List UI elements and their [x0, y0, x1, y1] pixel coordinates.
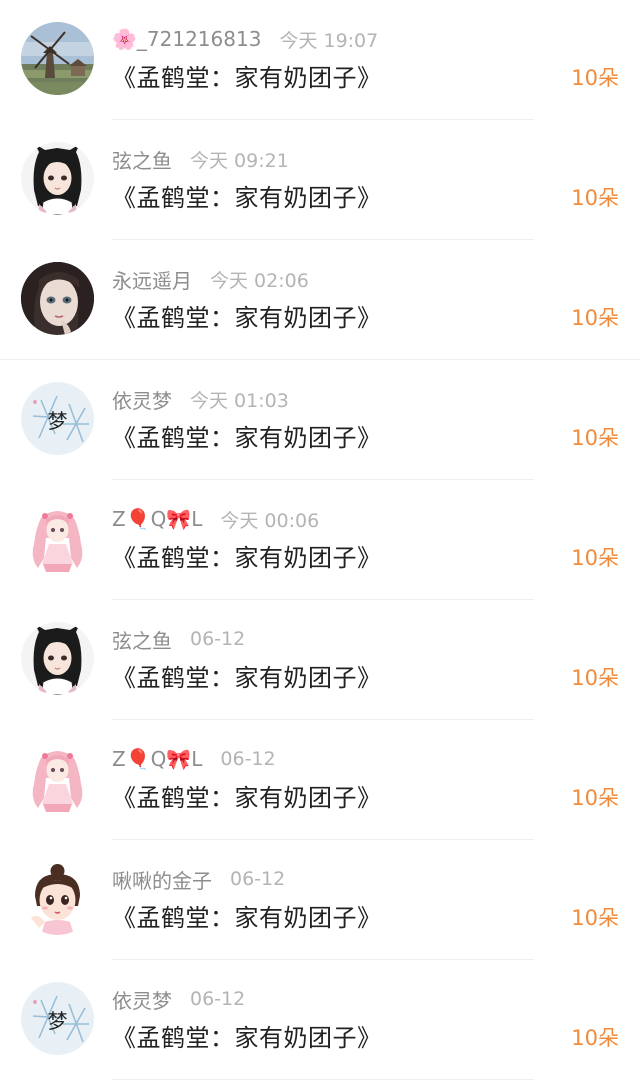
list-item[interactable]: Z🎈Q🎀L 06-12 《孟鹤堂：家有奶团子》 10朵	[0, 720, 640, 840]
pink-hair-anime-girl-image	[21, 742, 94, 815]
timestamp: 今天 19:07	[279, 29, 379, 52]
item-meta: 🌸_721216813 今天 19:07	[112, 24, 378, 54]
anime-girl-black-hair-image	[21, 622, 94, 695]
gift-title[interactable]: 《孟鹤堂：家有奶团子》	[112, 58, 382, 93]
flower-count: 10朵	[571, 426, 619, 450]
item-meta: 啾啾的金子 06-12	[112, 864, 285, 894]
username[interactable]: 🌸_721216813	[112, 27, 261, 51]
username[interactable]: Z🎈Q🎀L	[112, 507, 202, 531]
list-item[interactable]: 🌸_721216813 今天 19:07 《孟鹤堂：家有奶团子》 10朵	[0, 0, 640, 120]
avatar[interactable]: 梦	[21, 382, 94, 455]
gift-title[interactable]: 《孟鹤堂：家有奶团子》	[112, 658, 382, 693]
gift-title[interactable]: 《孟鹤堂：家有奶团子》	[112, 298, 382, 333]
username[interactable]: 依灵梦	[112, 985, 172, 1014]
avatar[interactable]	[21, 22, 94, 95]
snowflake-dream-image: 梦	[21, 982, 94, 1055]
username[interactable]: 弦之鱼	[112, 625, 172, 654]
timestamp: 今天 01:03	[190, 389, 289, 412]
gift-title[interactable]: 《孟鹤堂：家有奶团子》	[112, 178, 382, 213]
flower-count: 10朵	[571, 66, 619, 90]
flower-count: 10朵	[571, 546, 619, 570]
gift-title[interactable]: 《孟鹤堂：家有奶团子》	[112, 538, 382, 573]
gift-title[interactable]: 《孟鹤堂：家有奶团子》	[112, 778, 382, 813]
timestamp: 06-12	[190, 628, 246, 650]
gift-title[interactable]: 《孟鹤堂：家有奶团子》	[112, 898, 382, 933]
pink-hair-anime-girl-image	[21, 502, 94, 575]
flower-count: 10朵	[571, 906, 619, 930]
flower-count: 10朵	[571, 186, 619, 210]
avatar[interactable]	[21, 862, 94, 935]
flower-count: 10朵	[571, 306, 619, 330]
list-item[interactable]: Z🎈Q🎀L 今天 00:06 《孟鹤堂：家有奶团子》 10朵	[0, 480, 640, 600]
username[interactable]: 弦之鱼	[112, 145, 172, 174]
item-meta: 弦之鱼 今天 09:21	[112, 144, 289, 174]
item-meta: 永远遥月 今天 02:06	[112, 264, 309, 294]
item-meta: 弦之鱼 06-12	[112, 624, 245, 654]
item-meta: Z🎈Q🎀L 今天 00:06	[112, 504, 319, 534]
gift-title[interactable]: 《孟鹤堂：家有奶团子》	[112, 1018, 382, 1053]
timestamp: 今天 09:21	[190, 149, 289, 172]
timestamp: 今天 00:06	[220, 509, 320, 532]
gift-title[interactable]: 《孟鹤堂：家有奶团子》	[112, 418, 382, 453]
username[interactable]: 永远遥月	[112, 265, 192, 294]
timestamp: 06-12	[230, 868, 286, 890]
username[interactable]: Z🎈Q🎀L	[112, 747, 202, 771]
flower-count: 10朵	[571, 786, 619, 810]
avatar[interactable]	[21, 622, 94, 695]
timestamp: 06-12	[220, 748, 276, 770]
windmill-landscape-image	[21, 22, 94, 95]
avatar-text: 梦	[48, 1009, 68, 1033]
username[interactable]: 啾啾的金子	[112, 865, 212, 894]
flower-count: 10朵	[571, 1026, 619, 1050]
avatar[interactable]	[21, 502, 94, 575]
list-item[interactable]: 永远遥月 今天 02:06 《孟鹤堂：家有奶团子》 10朵	[0, 240, 640, 360]
flower-count: 10朵	[571, 666, 619, 690]
snowflake-dream-image: 梦	[21, 382, 94, 455]
timestamp: 今天 02:06	[210, 269, 309, 292]
username[interactable]: 依灵梦	[112, 385, 172, 414]
doll-face-image	[21, 262, 94, 335]
list-item[interactable]: 梦 依灵梦 06-12 《孟鹤堂：家有奶团子》 10朵	[0, 960, 640, 1080]
list-item[interactable]: 弦之鱼 今天 09:21 《孟鹤堂：家有奶团子》 10朵	[0, 120, 640, 240]
list-item[interactable]: 梦 依灵梦 今天 01:03 《孟鹤堂：家有奶团子》 10朵	[0, 360, 640, 480]
item-meta: 依灵梦 今天 01:03	[112, 384, 289, 414]
avatar[interactable]	[21, 742, 94, 815]
avatar[interactable]: 梦	[21, 982, 94, 1055]
avatar[interactable]	[21, 142, 94, 215]
item-meta: Z🎈Q🎀L 06-12	[112, 744, 276, 774]
list-item[interactable]: 弦之鱼 06-12 《孟鹤堂：家有奶团子》 10朵	[0, 600, 640, 720]
cartoon-girl-bun-image	[21, 862, 94, 935]
item-meta: 依灵梦 06-12	[112, 984, 245, 1014]
avatar-text: 梦	[48, 409, 68, 433]
gift-list: 🌸_721216813 今天 19:07 《孟鹤堂：家有奶团子》 10朵 弦之鱼	[0, 0, 640, 1080]
avatar[interactable]	[21, 262, 94, 335]
anime-girl-black-hair-image	[21, 142, 94, 215]
timestamp: 06-12	[190, 988, 246, 1010]
list-item[interactable]: 啾啾的金子 06-12 《孟鹤堂：家有奶团子》 10朵	[0, 840, 640, 960]
